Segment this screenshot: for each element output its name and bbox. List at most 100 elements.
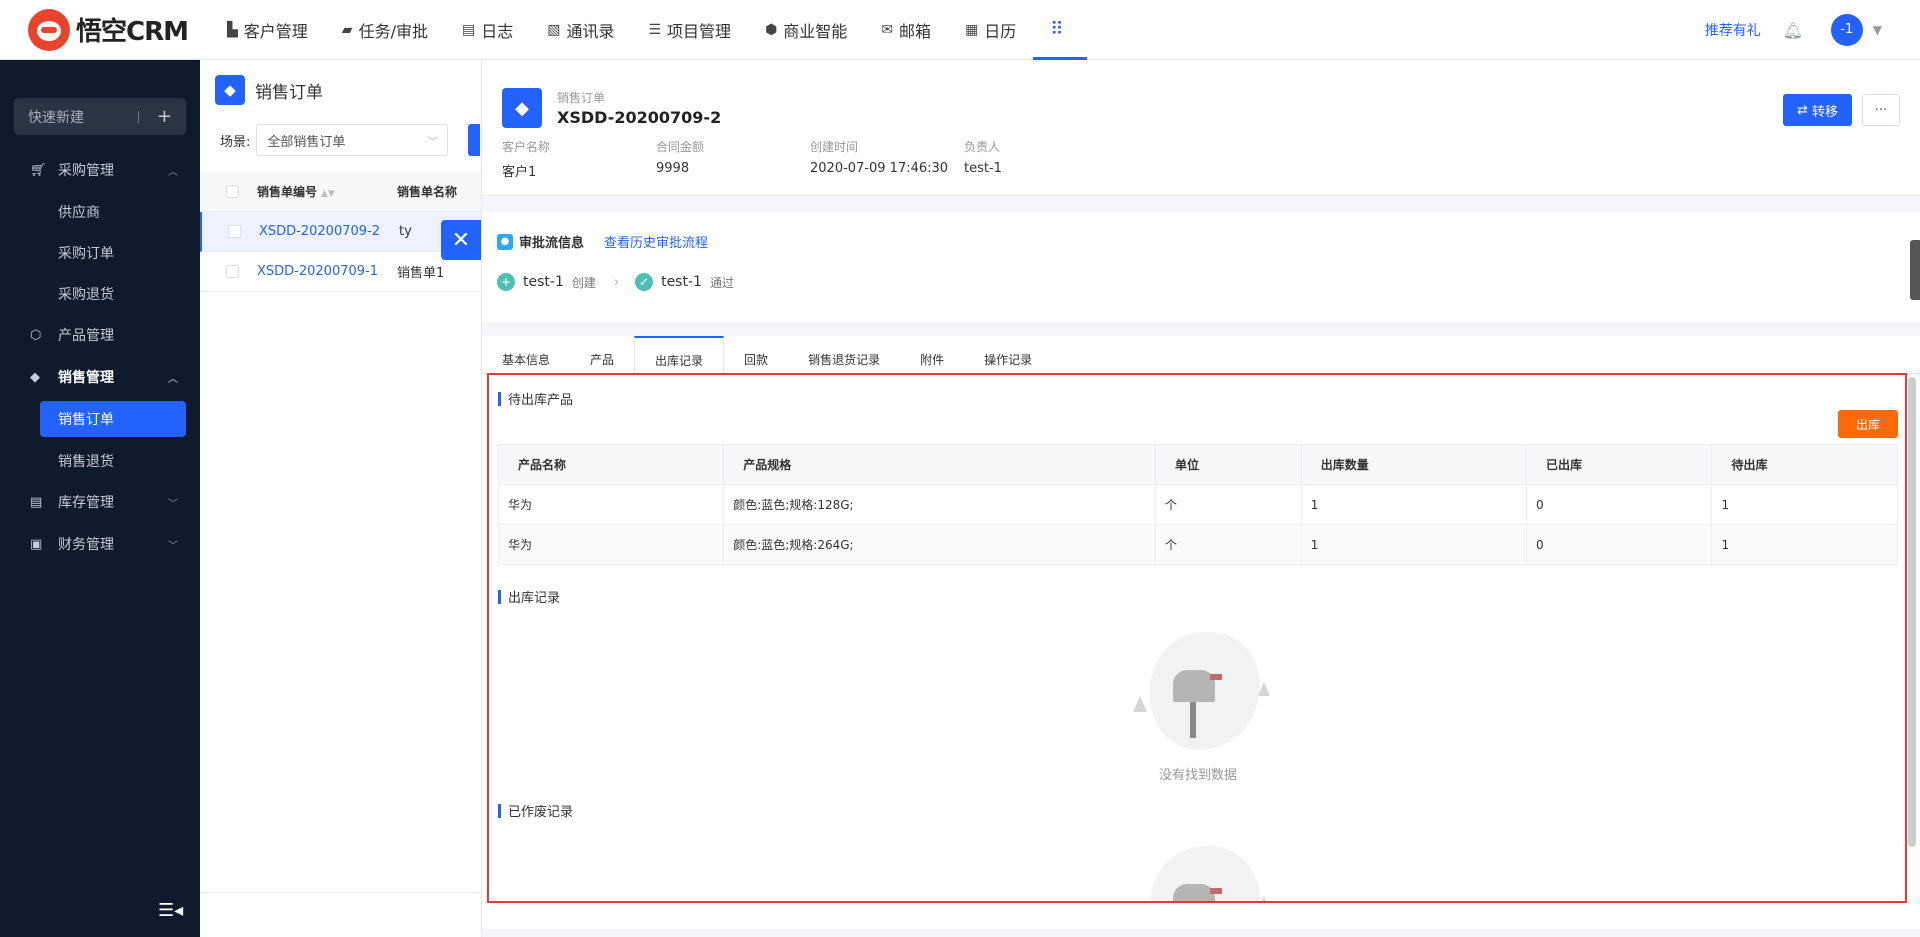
nav-customer[interactable]: ▙ 客户管理	[210, 0, 325, 60]
nav-label: 任务/审批	[358, 21, 428, 41]
cell: 1	[1711, 484, 1898, 525]
row-checkbox[interactable]	[226, 265, 239, 278]
building-icon: ▙	[227, 21, 238, 38]
chevron-down-icon: ﹀	[427, 136, 438, 148]
sort-icon: ▲▼	[321, 189, 335, 199]
nav-mail[interactable]: ✉ 邮箱	[864, 0, 948, 60]
collapse-menu-icon[interactable]: ☰◂	[158, 900, 183, 921]
nav-task-approval[interactable]: ▰ 任务/审批	[325, 0, 445, 60]
tab-basic-info[interactable]: 基本信息	[482, 336, 570, 374]
sidebar-item-sales[interactable]: ◆ 销售管理 ︿	[0, 356, 200, 398]
sidebar-item-label: 财务管理	[58, 537, 114, 553]
tab-product[interactable]: 产品	[570, 336, 634, 374]
top-right: 推荐有礼 🔔︎ -1 ▼	[1705, 13, 1920, 46]
detail-header: ◆ 销售订单 XSDD-20200709-2 ⇄ 转移 ··· 客户名称 客户1 …	[482, 60, 1920, 196]
tab-operation-records[interactable]: 操作记录	[964, 336, 1052, 374]
sidebar-subitem-sales-return[interactable]: 销售退货	[0, 440, 200, 481]
transfer-button[interactable]: ⇄ 转移	[1782, 94, 1852, 126]
scene-select[interactable]: 全部销售订单 ﹀	[256, 124, 449, 156]
meta-key: 负责人	[964, 140, 1001, 154]
sidebar-item-inventory[interactable]: ▤ 库存管理 ﹀	[0, 481, 200, 523]
tag-icon: ◆	[30, 369, 40, 385]
record-type: 销售订单	[557, 91, 606, 105]
tab-attachments[interactable]: 附件	[900, 336, 964, 374]
sidebar-item-purchase[interactable]: 🛒︎ 采购管理 ︿	[0, 149, 200, 191]
list-panel: ◆ 销售订单 场景: 全部销售订单 ﹀ 销售单编号 ▲▼ 销售单名称 XSDD-2…	[200, 60, 484, 937]
briefcase-icon: ▰	[341, 21, 353, 38]
scrollbar[interactable]	[1908, 377, 1916, 847]
nav-apps-grid[interactable]: ⠿	[1033, 0, 1087, 60]
more-button[interactable]: ···	[1862, 94, 1900, 126]
logo[interactable]: 悟空CRM	[0, 8, 210, 51]
cell: 华为	[498, 524, 725, 565]
order-code-link[interactable]: XSDD-20200709-1	[257, 264, 397, 279]
detail-tabs: 基本信息 产品 出库记录 回款 销售退货记录 附件 操作记录 待出库产品 出库 …	[482, 336, 1920, 929]
col-unit: 单位	[1155, 444, 1302, 485]
col-order-code[interactable]: 销售单编号 ▲▼	[257, 183, 397, 200]
nav-bi[interactable]: ⬢ 商业智能	[748, 0, 864, 60]
col-label: 销售单名称	[397, 185, 458, 199]
close-detail-button[interactable]: ✕	[441, 220, 481, 260]
detail-title-row: ◆ 销售订单 XSDD-20200709-2	[502, 88, 1900, 128]
section-pending-title: 待出库产品	[498, 389, 1898, 408]
empty-state: 没有找到数据	[498, 632, 1898, 783]
nav-label: 邮箱	[899, 21, 932, 41]
tab-payment[interactable]: 回款	[724, 336, 788, 374]
nav-label: 日历	[984, 21, 1017, 41]
col-label: 销售单编号	[257, 185, 318, 199]
select-all-checkbox[interactable]	[226, 185, 239, 198]
nav-log[interactable]: ▤ 日志	[445, 0, 530, 60]
sidebar-subitem-purchase-return[interactable]: 采购退货	[0, 273, 200, 314]
cube-icon: ⬡	[30, 327, 42, 343]
nav-project[interactable]: ☰ 项目管理	[631, 0, 748, 60]
sidebar-item-product[interactable]: ⬡ 产品管理	[0, 314, 200, 356]
section-bar	[498, 589, 501, 604]
meta-value: test-1	[964, 161, 1002, 176]
order-code-link[interactable]: XSDD-20200709-2	[259, 224, 399, 239]
sidebar-item-label: 采购管理	[58, 163, 114, 179]
meta-key: 创建时间	[810, 140, 859, 154]
recommend-link[interactable]: 推荐有礼	[1705, 20, 1761, 40]
caret-down-icon[interactable]: ▼	[1873, 23, 1882, 37]
detail-actions: ⇄ 转移 ···	[1782, 94, 1900, 126]
sidebar-item-finance[interactable]: ▣ 财务管理 ﹀	[0, 523, 200, 565]
chevron-up-icon: ︿	[168, 373, 178, 385]
flow-steps: + test-1 创建 › ✓ test-1 通过	[497, 273, 1905, 291]
check-circle-icon: ✓	[635, 273, 654, 291]
avatar[interactable]: -1	[1830, 13, 1863, 46]
calendar-icon: ▦	[965, 21, 979, 38]
side-widget[interactable]	[1910, 240, 1920, 300]
phonebook-icon: ▧	[547, 21, 561, 38]
meta-owner: 负责人 test-1	[964, 138, 1118, 180]
sidebar: 快速新建 + 🛒︎ 采购管理 ︿ 供应商 采购订单 采购退货 ⬡ 产品管理 ◆ …	[0, 60, 200, 937]
history-flow-link[interactable]: 查看历史审批流程	[604, 232, 708, 251]
sidebar-subitem-purchase-order[interactable]: 采购订单	[0, 232, 200, 273]
tag-icon: ◆	[502, 88, 542, 128]
sidebar-subitem-sales-order[interactable]: 销售订单	[40, 401, 186, 437]
outbound-button[interactable]: 出库	[1837, 410, 1898, 438]
chevron-down-icon: ﹀	[168, 540, 178, 552]
sidebar-item-label: 产品管理	[58, 328, 114, 344]
table-row: 华为 颜色:蓝色;规格:128G; 个 1 0 1	[498, 484, 1898, 525]
nav-contacts[interactable]: ▧ 通讯录	[530, 0, 631, 60]
scene-label: 场景:	[220, 134, 251, 150]
nav-label: 日志	[481, 21, 514, 41]
top-bar: 悟空CRM ▙ 客户管理 ▰ 任务/审批 ▤ 日志 ▧ 通讯录 ☰ 项目管理 ⬢ 商业智能 …	[0, 0, 1920, 60]
col-order-name[interactable]: 销售单名称	[397, 183, 457, 200]
tab-sales-return-records[interactable]: 销售退货记录	[788, 336, 900, 374]
sidebar-subitem-supplier[interactable]: 供应商	[0, 191, 200, 232]
bell-icon[interactable]: 🔔︎	[1783, 21, 1803, 40]
quick-new-button[interactable]: 快速新建 +	[14, 98, 186, 135]
tab-outbound-records[interactable]: 出库记录	[634, 336, 725, 375]
col-pending: 待出库	[1711, 444, 1898, 485]
row-checkbox[interactable]	[228, 225, 241, 238]
warehouse-icon: ▤	[30, 494, 43, 510]
add-button[interactable]	[468, 124, 481, 156]
scene-value: 全部销售订单	[267, 134, 346, 150]
nav-calendar[interactable]: ▦ 日历	[948, 0, 1033, 60]
pending-products-table: 产品名称 产品规格 单位 出库数量 已出库 待出库 华为 颜色:蓝色;规格:12…	[498, 444, 1898, 565]
grid-icon: ⠿	[1050, 19, 1064, 40]
chevron-down-icon: ﹀	[168, 498, 178, 510]
cell: 0	[1526, 524, 1713, 565]
meta-value: 2020-07-09 17:46:30	[810, 161, 949, 176]
